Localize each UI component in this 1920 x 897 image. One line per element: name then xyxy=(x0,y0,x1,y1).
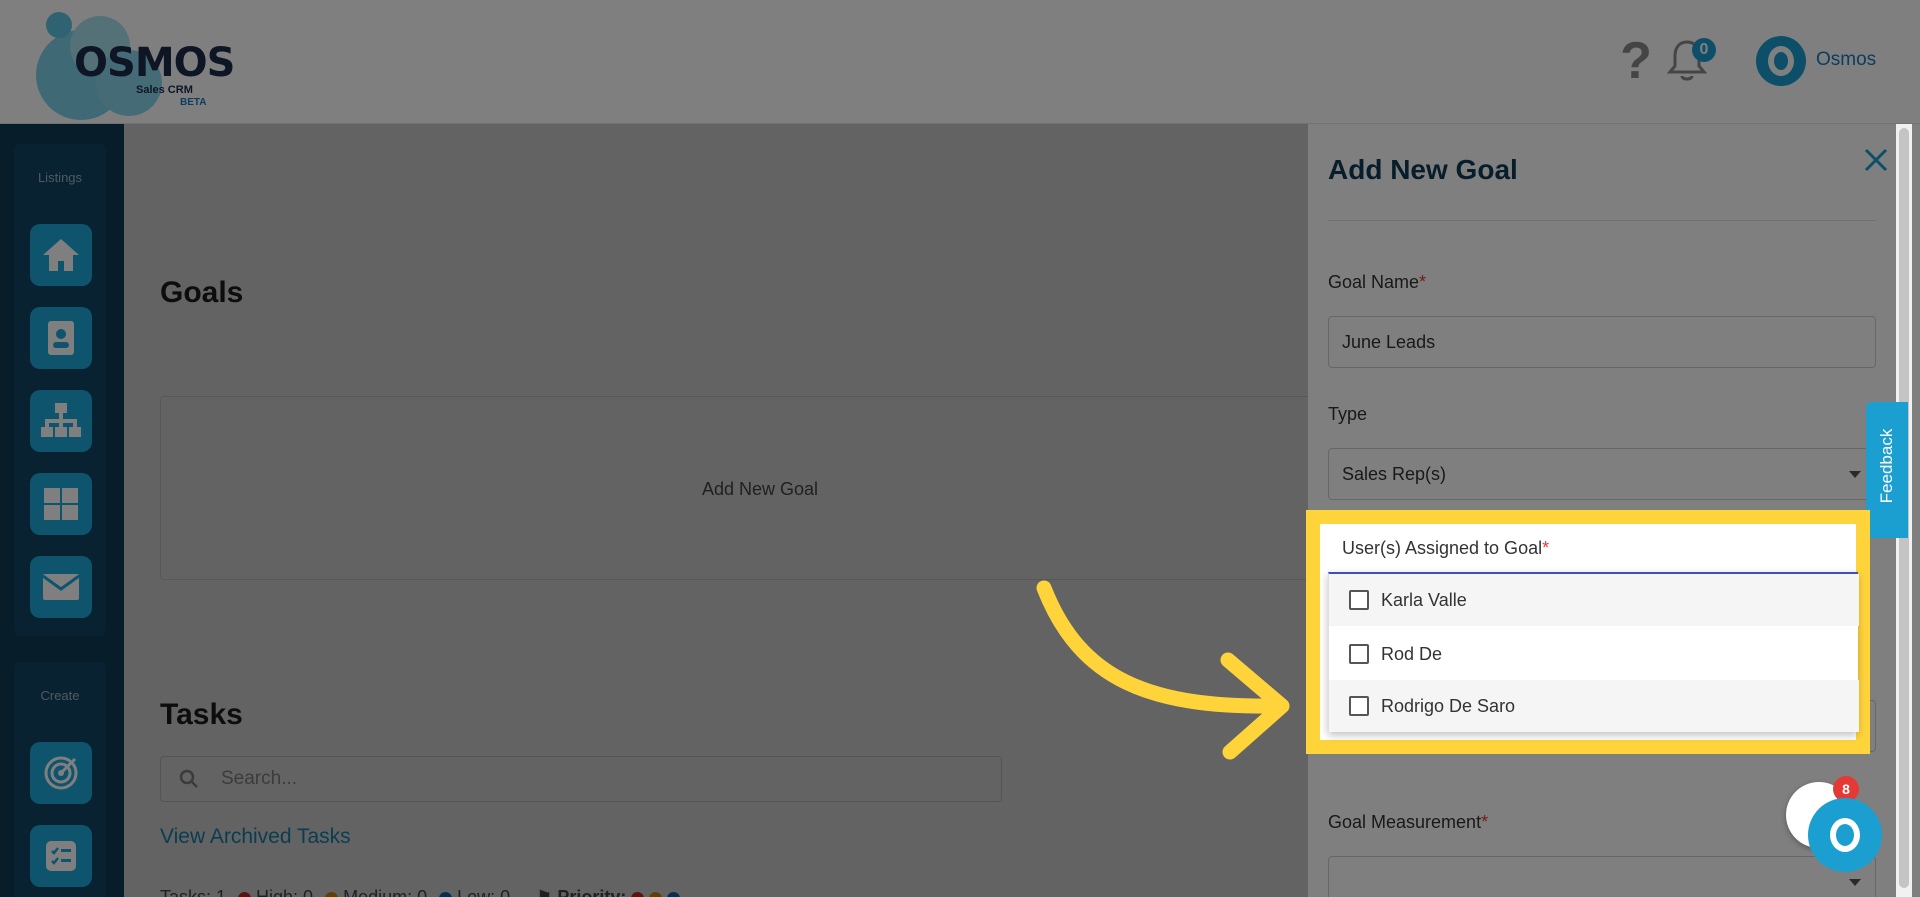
user-option-label: Karla Valle xyxy=(1381,589,1467,610)
modal-backdrop-shade xyxy=(124,124,1308,897)
user-option-karla-valle[interactable]: Karla Valle xyxy=(1329,574,1859,626)
checkbox[interactable] xyxy=(1349,590,1369,610)
user-option-rodrigo-de-saro[interactable]: Rodrigo De Saro xyxy=(1329,680,1859,732)
users-dropdown-menu: Karla Valle Rod De Rodrigo De Saro xyxy=(1328,572,1859,732)
chat-launcher-button[interactable] xyxy=(1808,798,1882,872)
feedback-label: Feedback xyxy=(1877,428,1896,504)
checkbox[interactable] xyxy=(1349,696,1369,716)
annotation-arrow-icon xyxy=(1036,580,1290,760)
users-assigned-label: User(s) Assigned to Goal* xyxy=(1342,538,1550,558)
feedback-tab[interactable]: Feedback xyxy=(1866,402,1908,538)
user-option-rod-de[interactable]: Rod De xyxy=(1329,628,1859,680)
checkbox[interactable] xyxy=(1349,644,1369,664)
user-option-label: Rod De xyxy=(1381,643,1443,664)
user-option-label: Rodrigo De Saro xyxy=(1381,695,1516,716)
